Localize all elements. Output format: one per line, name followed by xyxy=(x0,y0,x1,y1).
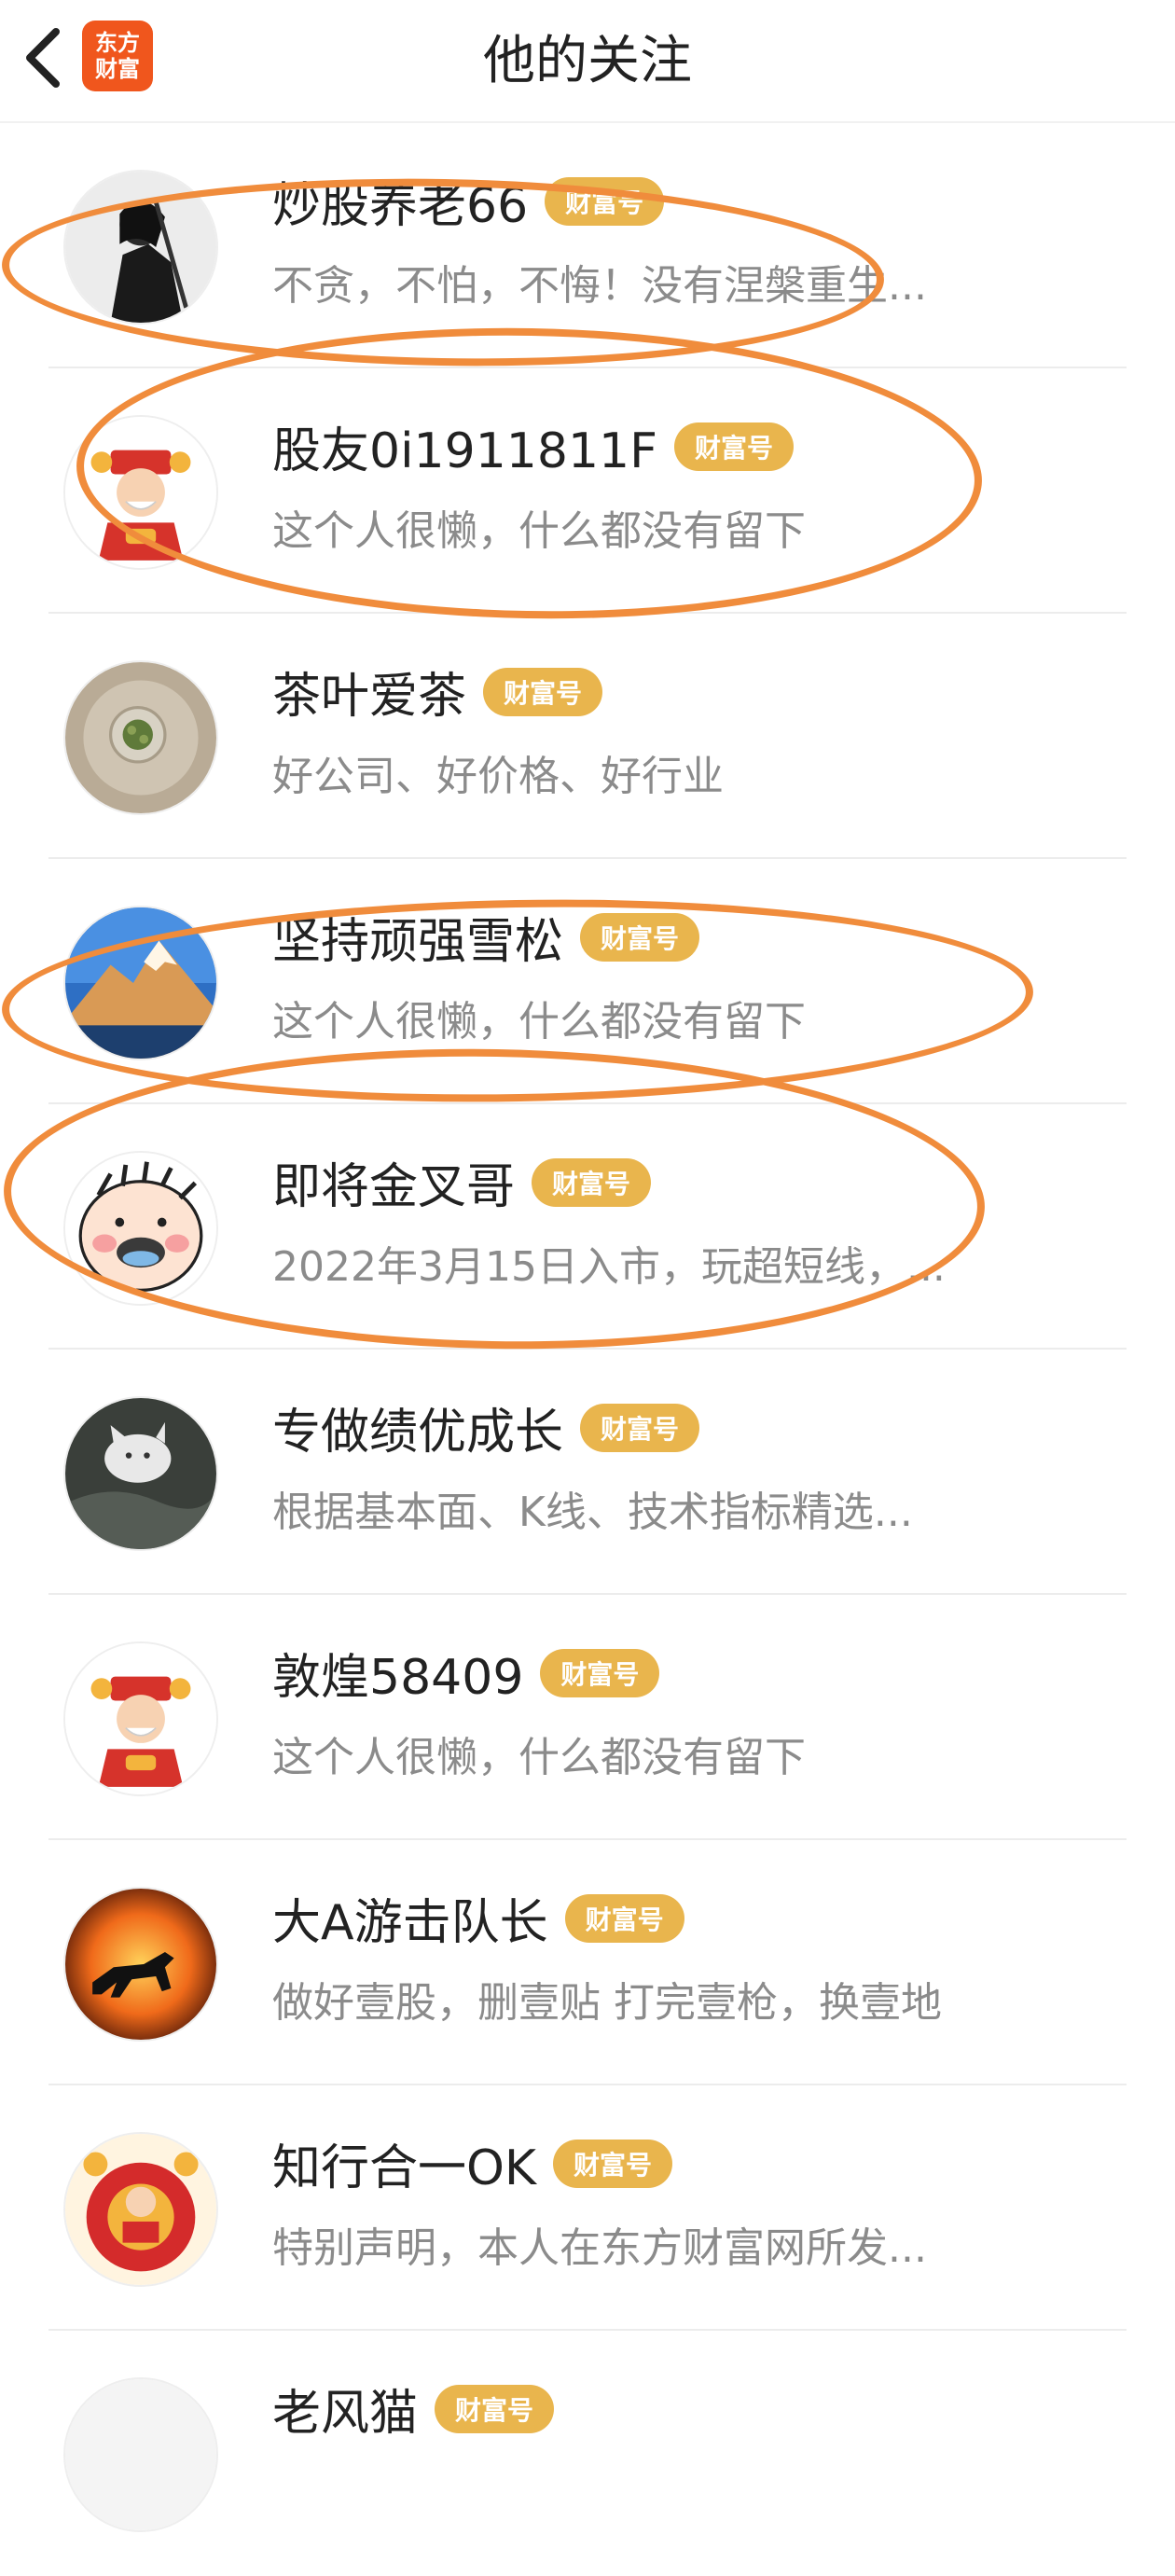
caifuhao-badge: 财富号 xyxy=(545,176,665,226)
cartoon-face-avatar-icon xyxy=(65,1153,216,1304)
avatar[interactable] xyxy=(63,2377,218,2532)
user-bio: 好公司、好价格、好行业 xyxy=(272,753,724,800)
caifuhao-badge: 财富号 xyxy=(435,2384,555,2433)
list-item[interactable]: 炒股养老66 财富号 不贪，不怕，不悔！没有涅槃重生... xyxy=(0,123,1175,368)
name-line: 即将金叉哥 财富号 xyxy=(272,1147,652,1217)
festival-avatar-icon xyxy=(65,2134,216,2285)
caifuhao-badge: 财富号 xyxy=(532,1157,652,1207)
user-name[interactable]: 股友0i1911811F xyxy=(272,411,657,481)
page-title: 他的关注 xyxy=(483,30,692,91)
caifuhao-badge: 财富号 xyxy=(553,2139,673,2188)
caifuhao-badge: 财富号 xyxy=(580,1403,700,1452)
name-line: 坚持顽强雪松 财富号 xyxy=(272,902,700,972)
avatar[interactable] xyxy=(63,906,218,1060)
avatar[interactable] xyxy=(63,415,218,570)
name-line: 大A游击队长 财富号 xyxy=(272,1883,684,1953)
list-item[interactable]: 老风猫 财富号 xyxy=(0,2331,1175,2576)
user-bio: 这个人很懒，什么都没有留下 xyxy=(272,507,806,555)
list-item[interactable]: 茶叶爱茶 财富号 好公司、好价格、好行业 xyxy=(0,614,1175,859)
user-name[interactable]: 知行合一OK xyxy=(272,2128,536,2198)
avatar[interactable] xyxy=(63,1151,218,1306)
user-bio: 这个人很懒，什么都没有留下 xyxy=(272,1734,806,1781)
user-bio: 做好壹股，删壹贴 打完壹枪，换壹地 xyxy=(272,1979,942,2027)
name-line: 股友0i1911811F 财富号 xyxy=(272,411,795,481)
cat-avatar-icon xyxy=(65,1398,216,1549)
user-bio: 这个人很懒，什么都没有留下 xyxy=(272,998,806,1046)
user-bio: 根据基本面、K线、技术指标精选... xyxy=(272,1489,913,1536)
user-name[interactable]: 敦煌58409 xyxy=(272,1638,523,1708)
name-line: 老风猫 财富号 xyxy=(272,2374,555,2444)
user-name[interactable]: 炒股养老66 xyxy=(272,166,528,236)
god-of-wealth-avatar-icon xyxy=(65,1643,216,1794)
caifuhao-badge: 财富号 xyxy=(483,667,603,716)
list-item[interactable]: 坚持顽强雪松 财富号 这个人很懒，什么都没有留下 xyxy=(0,859,1175,1104)
snow-mountain-avatar-icon xyxy=(65,907,216,1059)
user-name[interactable]: 茶叶爱茶 xyxy=(272,657,466,727)
caifuhao-badge: 财富号 xyxy=(564,1893,684,1943)
list-item[interactable]: 专做绩优成长 财富号 根据基本面、K线、技术指标精选... xyxy=(0,1350,1175,1595)
tea-avatar-icon xyxy=(65,662,216,813)
name-line: 敦煌58409 财富号 xyxy=(272,1638,660,1708)
list-item[interactable]: 即将金叉哥 财富号 2022年3月15日入市，玩超短线，... xyxy=(0,1104,1175,1350)
following-list: 炒股养老66 财富号 不贪，不怕，不悔！没有涅槃重生... 股友0i191181… xyxy=(0,123,1175,2576)
list-item[interactable]: 知行合一OK 财富号 特别声明，本人在东方财富网所发... xyxy=(0,2085,1175,2331)
caifuhao-badge: 财富号 xyxy=(674,422,795,471)
caifuhao-badge: 财富号 xyxy=(540,1648,660,1697)
avatar[interactable] xyxy=(63,1396,218,1551)
name-line: 知行合一OK 财富号 xyxy=(272,2128,673,2198)
swordsman-avatar-icon xyxy=(65,172,216,323)
avatar[interactable] xyxy=(63,170,218,325)
list-item[interactable]: 大A游击队长 财富号 做好壹股，删壹贴 打完壹枪，换壹地 xyxy=(0,1840,1175,2085)
list-item[interactable]: 股友0i1911811F 财富号 这个人很懒，什么都没有留下 xyxy=(0,368,1175,614)
top-bar: 东方财富 他的关注 xyxy=(0,0,1175,123)
god-of-wealth-avatar-icon xyxy=(65,417,216,568)
user-bio: 2022年3月15日入市，玩超短线，... xyxy=(272,1243,946,1291)
user-name[interactable]: 即将金叉哥 xyxy=(272,1147,515,1217)
avatar[interactable] xyxy=(63,1887,218,2042)
name-line: 茶叶爱茶 财富号 xyxy=(272,657,603,727)
partial-avatar-icon xyxy=(65,2379,216,2530)
name-line: 炒股养老66 财富号 xyxy=(272,166,665,236)
user-name[interactable]: 坚持顽强雪松 xyxy=(272,902,563,972)
avatar[interactable] xyxy=(63,1641,218,1796)
user-name[interactable]: 老风猫 xyxy=(272,2374,418,2444)
avatar[interactable] xyxy=(63,660,218,815)
user-bio: 不贪，不怕，不悔！没有涅槃重生... xyxy=(272,262,927,310)
avatar[interactable] xyxy=(63,2132,218,2287)
caifuhao-badge: 财富号 xyxy=(580,912,700,962)
user-bio: 特别声明，本人在东方财富网所发... xyxy=(272,2224,927,2272)
list-item[interactable]: 敦煌58409 财富号 这个人很懒，什么都没有留下 xyxy=(0,1595,1175,1840)
user-name[interactable]: 大A游击队长 xyxy=(272,1883,548,1953)
user-name[interactable]: 专做绩优成长 xyxy=(272,1392,563,1462)
name-line: 专做绩优成长 财富号 xyxy=(272,1392,700,1462)
horse-sunset-avatar-icon xyxy=(65,1889,216,2040)
